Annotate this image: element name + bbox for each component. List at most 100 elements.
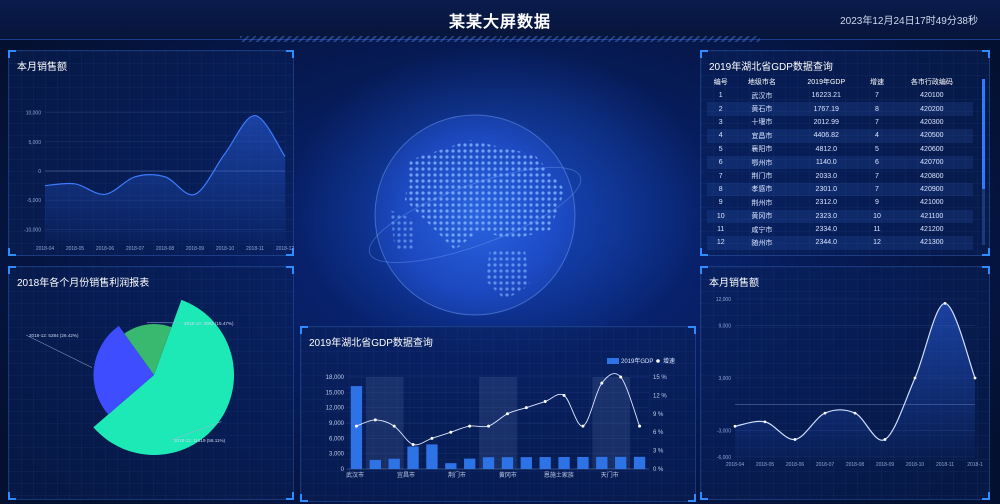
- table-cell: 420900: [890, 182, 973, 197]
- y-tick-label: -3,000: [717, 429, 731, 435]
- sales-area-chart-bottom: 12,000 9,000 3,000 -3,000 -6,0002018-04 2018-…: [716, 297, 983, 468]
- table-cell: 4406.82: [789, 129, 864, 143]
- y-tick-label: 10,000: [26, 111, 42, 117]
- table-row[interactable]: 10 黄冈市 2323.0 10 421100: [707, 209, 973, 223]
- table-cell: 11: [717, 226, 725, 234]
- growth-point: [562, 393, 566, 397]
- table-cell: 420300: [920, 118, 944, 126]
- table-row[interactable]: 7 荆门市 2033.0 7 420800: [707, 169, 973, 182]
- y-tick-label: -5,000: [27, 198, 41, 204]
- globe-graphic: [360, 100, 590, 330]
- table-cell: 5: [718, 145, 723, 153]
- x-tick-label: 2018-10: [906, 462, 925, 468]
- table-cell: 420600: [920, 145, 944, 153]
- table-cell: 421100: [890, 209, 973, 223]
- y-left-tick: 18,000: [326, 375, 345, 381]
- gdp-bar: [539, 457, 551, 469]
- table-row[interactable]: 5 襄阳市 4812.0 5 420600: [707, 143, 973, 156]
- x-tick-label: 2018-07: [126, 246, 145, 252]
- y-right-tick: 3 %: [653, 449, 664, 455]
- table-cell: 7: [718, 172, 723, 180]
- data-point: [913, 376, 917, 380]
- x-tick-label: 2018-05: [756, 462, 775, 468]
- area-fill: [735, 303, 975, 457]
- area-fill: [45, 115, 285, 241]
- table-row[interactable]: 4 宜昌市 4406.82 4 420500: [707, 129, 973, 143]
- panel-gdp-table: 2019年湖北省GDP数据查询 编号 地级市名 2019年GDP 增速 各市行政编码 1…: [700, 50, 990, 256]
- growth-point: [392, 424, 396, 428]
- table-scrollbar[interactable]: [982, 79, 985, 245]
- table-cell: 随州市: [734, 236, 790, 250]
- table-cell: 7: [875, 92, 879, 100]
- table-cell: 3: [718, 118, 723, 126]
- y-tick-label: 12,000: [716, 297, 732, 303]
- table-cell: 1: [718, 92, 723, 100]
- table-row[interactable]: 3 十堰市 2012.99 7 420300: [707, 116, 973, 129]
- table-cell: 10: [707, 209, 735, 223]
- table-cell: 黄石市: [734, 102, 790, 116]
- gdp-bar: [426, 444, 438, 469]
- panel-profit-pie: 2018年各个月份销售利润报表 2018-11: 11619 (58.11%) 2…: [8, 266, 294, 500]
- table-cell: 2344.0: [789, 236, 864, 250]
- table-cell: 鄂州市: [734, 155, 790, 170]
- sales-area-chart-top: 10,000 5,000 0 -5,000 -10,000 2018-04 2018-05 2…: [24, 111, 295, 252]
- growth-point: [487, 424, 491, 428]
- column-header: 增速: [869, 79, 884, 86]
- globe-icon: [363, 103, 587, 327]
- table-cell: 4: [863, 129, 891, 143]
- y-tick-label: 9,000: [718, 323, 731, 329]
- data-point: [823, 411, 827, 415]
- growth-point: [524, 406, 528, 410]
- growth-point: [638, 424, 642, 428]
- legend-swatch-growth: [656, 359, 660, 363]
- datetime-display: 2023年12月24日17时49分38秒: [840, 16, 978, 27]
- table-cell: 2312.0: [815, 199, 837, 207]
- table-cell: 2334.0: [815, 226, 837, 234]
- gdp-bar: [501, 457, 514, 469]
- table-row[interactable]: 2 黄石市 1767.19 8 420200: [707, 102, 973, 116]
- x-tick-label: 2018-11: [936, 462, 954, 468]
- scrollbar-thumb[interactable]: [982, 79, 985, 189]
- table-row[interactable]: 11 咸宁市 2334.0 11 421200: [707, 223, 973, 236]
- table-row[interactable]: 12 随州市 2344.0 12 421300: [707, 236, 973, 250]
- x-tick-label: 武汉市: [346, 471, 364, 479]
- x-tick-label: 2018-06: [96, 246, 115, 252]
- data-point: [853, 411, 857, 415]
- table-cell: 9: [718, 199, 723, 207]
- y-right-tick: 9 %: [653, 412, 664, 418]
- x-tick-label: 2018-08: [156, 246, 175, 252]
- gdp-table: 编号 地级市名 2019年GDP 增速 各市行政编码 1 武汉市 16223.21 7 4201…: [707, 75, 973, 250]
- legend-label: 增速: [663, 357, 675, 365]
- legend-swatch-gdp: [607, 358, 619, 364]
- table-cell: 420700: [890, 155, 973, 170]
- table-cell: 12: [863, 236, 891, 250]
- gdp-bar: [482, 457, 495, 469]
- growth-point: [543, 400, 547, 404]
- column-header: 各市行政编码: [910, 79, 953, 86]
- y-left-tick: 3,000: [329, 452, 345, 458]
- data-point: [973, 376, 977, 380]
- data-point: [793, 438, 797, 441]
- gdp-bar: [464, 458, 476, 469]
- pie-label: 2018-11: 11619 (58.11%): [174, 438, 226, 443]
- table-row[interactable]: 1 武汉市 16223.21 7 420100: [707, 89, 973, 102]
- growth-point: [581, 424, 585, 428]
- table-row[interactable]: 9 荆州市 2312.0 9 421000: [707, 196, 973, 209]
- header-decoration-right: [500, 36, 760, 42]
- gdp-bar: [615, 456, 627, 469]
- table-cell: 武汉市: [751, 92, 773, 100]
- x-tick-label: 2018-10: [216, 246, 235, 252]
- table-cell: 16223.21: [811, 92, 841, 100]
- y-tick-label: -6,000: [717, 455, 731, 461]
- growth-point: [354, 424, 358, 428]
- table-cell: 7: [863, 182, 891, 197]
- table-cell: 8: [707, 182, 735, 197]
- table-cell: 宜昌市: [734, 129, 790, 143]
- growth-point: [619, 375, 623, 379]
- table-row[interactable]: 6 鄂州市 1140.0 6 420700: [707, 155, 973, 170]
- table-cell: 9: [875, 199, 879, 207]
- x-tick-label: 2018-12: [276, 246, 295, 252]
- table-row[interactable]: 8 孝感市 2301.0 7 420900: [707, 182, 973, 197]
- table-cell: 1140.0: [789, 155, 864, 170]
- x-tick-label: 2018-04: [36, 246, 55, 252]
